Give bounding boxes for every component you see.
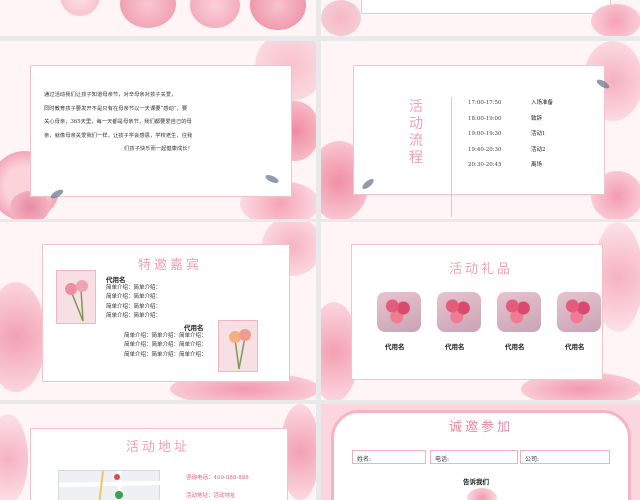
carnation-decoration [120, 0, 176, 28]
schedule-time: 18:00-19:00 [468, 115, 502, 122]
schedule-time: 19:00-19:30 [468, 131, 502, 137]
schedule-time: 20:30-20:45 [468, 162, 502, 168]
gift-bouquet-image [497, 292, 541, 332]
event-address: 活动地址：活动地址 [186, 493, 236, 499]
carnation-decoration [250, 0, 306, 30]
map-image [58, 470, 162, 500]
phone-label: 电话: [435, 456, 450, 463]
guest-intro-line: 简单介绍：简单介绍：简单介绍： [124, 351, 207, 358]
guest-name-2: 代用名 [184, 324, 204, 332]
slide-thumbnail-6[interactable]: 活动礼品 代用名 代用名 代用名 代用名 [321, 222, 640, 400]
content-card [361, 0, 611, 14]
paragraph-line: 们孩子快乐而一起健康成长！ [124, 146, 193, 152]
contact-phone: 咨询电话：400-888-888 [186, 475, 249, 481]
guest-name-1: 代用名 [106, 276, 126, 284]
slide-thumbnail-7[interactable]: 活动地址 咨询电话：400-888-888 活动地址：活动地址 [0, 404, 316, 500]
paragraph-line: 同时教育孩子要发开不是只有在母亲节以一天课要“感动”，要 [44, 105, 188, 112]
flower-cluster-left [0, 282, 46, 392]
carnation-decoration [190, 0, 240, 28]
guest-intro-line: 简单介绍：简单介绍： [106, 294, 162, 301]
gifts-title: 活动礼品 [448, 262, 513, 277]
schedule-item: 离场 [531, 162, 543, 168]
guest-intro-line: 简单介绍：简单介绍：简单介绍： [124, 342, 207, 349]
guest-intro-2: 简单介绍：简单介绍：简单介绍： 简单介绍：简单介绍：简单介绍： 简单介绍：简单介… [124, 332, 220, 360]
gift-bouquet-image [557, 292, 601, 332]
gift-name: 代用名 [505, 343, 525, 351]
intro-paragraph: 通过活动我们让孩子知道母亲节，对辛母亲对孩子关爱， 同时教育孩子要发开不是只有在… [44, 89, 284, 157]
rose-decoration [321, 0, 361, 36]
schedule-item: 致辞 [531, 115, 543, 122]
gift-name: 代用名 [385, 343, 405, 351]
carnation-photo [65, 280, 88, 322]
guest-intro-line: 简单介绍：简单介绍：简单介绍： [124, 333, 207, 339]
paragraph-line: 亲，就像母亲关爱我们一样，让孩子学会感恩，学校老生，往我 [44, 132, 193, 139]
guest-intro-line: 简单介绍：简单介绍： [106, 312, 162, 319]
schedule-time: 17:00-17:50 [468, 100, 502, 106]
schedule-item: 活动1 [531, 131, 546, 137]
slide-thumbnail-5[interactable]: 特邀嘉宾 代用名 简单介绍：简单介绍： 简单介绍：简单介绍： 简单介绍：简单介绍… [0, 222, 316, 400]
slide-thumbnail-8[interactable]: 诚邀参加 姓名: 电话: 公司: 告诉我们 [321, 404, 640, 500]
guest-photo-2 [218, 320, 258, 372]
schedule-title: 活动流程 [409, 99, 423, 166]
paragraph-line: 通过活动我们让孩子知道母亲节，对辛母亲对孩子关爱， [44, 92, 177, 98]
carnation-photo [229, 329, 251, 370]
name-label: 姓名: [357, 456, 372, 463]
gift-name: 代用名 [565, 343, 585, 351]
share-label: 告诉我们 [463, 478, 489, 486]
schedule-divider [451, 97, 452, 217]
invitation-title: 诚邀参加 [448, 420, 513, 435]
guests-title: 特邀嘉宾 [137, 258, 202, 273]
schedule-item: 活动2 [531, 146, 546, 153]
map-roads [58, 470, 162, 500]
slide-thumbnail-4[interactable]: 活动流程 17:00-17:50 18:00-19:00 19:00-19:30… [321, 41, 640, 219]
guest-intro-line: 简单介绍：简单介绍： [106, 303, 162, 310]
gift-bouquet-image [377, 292, 421, 332]
slide-thumbnail-2[interactable] [321, 0, 640, 36]
schedule-times: 17:00-17:50 18:00-19:00 19:00-19:30 19:4… [468, 96, 528, 174]
company-label: 公司: [525, 456, 540, 463]
slide-thumbnail-1[interactable] [0, 0, 316, 36]
slide-thumbnail-3[interactable]: 通过活动我们让孩子知道母亲节，对辛母亲对孩子关爱， 同时教育孩子要发开不是只有在… [0, 41, 316, 219]
flower-cluster-left [0, 414, 28, 500]
phone-field[interactable]: 电话: [430, 450, 518, 464]
company-field[interactable]: 公司: [520, 450, 610, 464]
rose-decoration [591, 4, 640, 36]
guest-photo-1 [56, 270, 96, 324]
carnation-decoration [60, 0, 100, 16]
gift-name: 代用名 [445, 343, 465, 351]
name-field[interactable]: 姓名: [352, 450, 426, 464]
address-title: 活动地址 [125, 440, 190, 455]
schedule-time: 19:40-20:30 [468, 146, 502, 153]
paragraph-line: 关心母亲，365天里，每一天都是母亲节，我们都要爱自己的母 [44, 119, 192, 125]
guest-intro-1: 简单介绍：简单介绍： 简单介绍：简单介绍： 简单介绍：简单介绍： 简单介绍：简单… [106, 284, 196, 321]
gift-bouquet-image [437, 292, 481, 332]
schedule-item: 入场准备 [531, 100, 554, 106]
schedule-items: 入场准备 致辞 活动1 活动2 离场 [531, 96, 581, 174]
guest-intro-line: 简单介绍：简单介绍： [106, 285, 162, 291]
